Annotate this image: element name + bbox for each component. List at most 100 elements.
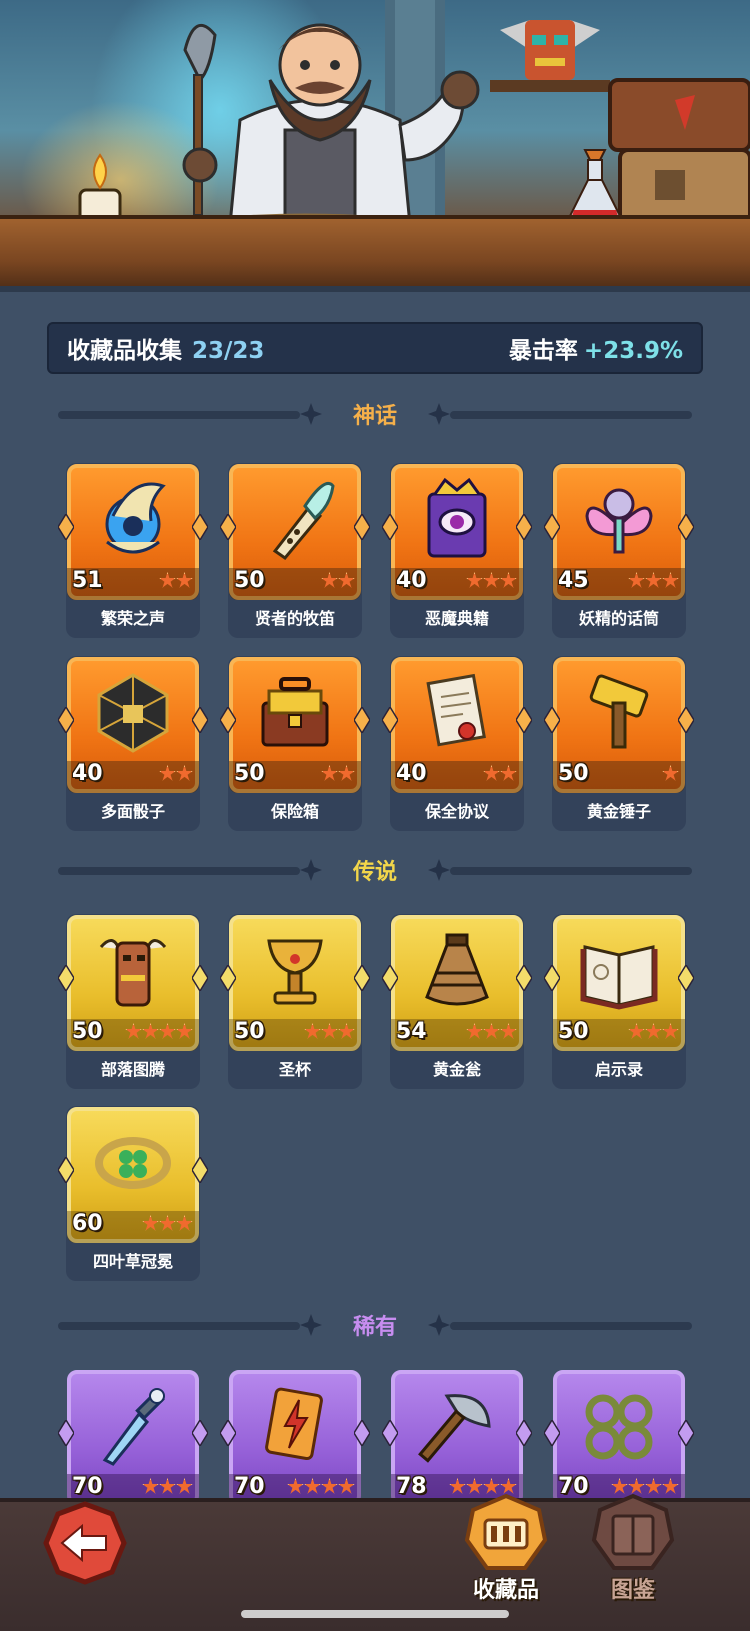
star-icon	[645, 572, 662, 588]
item-level: 54	[396, 1019, 427, 1044]
star-icon	[466, 1023, 483, 1039]
tab-collection[interactable]: 收藏品	[456, 1490, 556, 1610]
tile-gem-icon	[191, 512, 209, 542]
collectible-card[interactable]: 70	[543, 1369, 695, 1506]
collectible-tile: 40	[381, 464, 533, 600]
collectible-tile: 70	[57, 1370, 209, 1506]
tile-gem-icon	[381, 705, 399, 735]
collectible-card[interactable]: 40 多面骰子	[57, 656, 209, 831]
collectible-tile: 54	[381, 915, 533, 1051]
tribal-totem-icon	[99, 939, 167, 1007]
star-icon	[176, 765, 193, 781]
star-icon	[176, 1215, 193, 1231]
collectible-card[interactable]: 60 四叶草冠冕	[57, 1106, 209, 1281]
section-title: 稀有	[352, 1315, 397, 1340]
collectible-card[interactable]: 45 妖精的话筒	[543, 463, 695, 638]
item-name: 保全协议	[424, 802, 489, 821]
star-icon	[662, 1023, 679, 1039]
item-name: 黄金锤子	[586, 802, 651, 821]
collectible-tile: 78	[381, 1370, 533, 1506]
star-icon	[662, 572, 679, 588]
collectible-tile: 60	[57, 1107, 209, 1243]
tile-gem-icon	[677, 963, 695, 993]
star-icon	[176, 1023, 193, 1039]
star-icon	[321, 1478, 338, 1494]
star-icon	[176, 1478, 193, 1494]
item-name: 启示录	[594, 1060, 643, 1079]
tile-gem-icon	[353, 512, 371, 542]
item-name: 黄金瓮	[432, 1060, 481, 1079]
star-icon	[466, 572, 483, 588]
collectible-card[interactable]: 50 贤者的牧笛	[219, 463, 371, 638]
tile-gem-icon	[381, 1418, 399, 1448]
tile-gem-icon	[515, 963, 533, 993]
collectible-card[interactable]: 50 启示录	[543, 914, 695, 1089]
star-icon	[338, 1023, 355, 1039]
item-level: 45	[558, 568, 589, 593]
tile-gem-icon	[543, 1418, 561, 1448]
collectible-card[interactable]: 51 繁荣之声	[57, 463, 209, 638]
star-rating	[321, 572, 355, 589]
clover-crown-icon	[95, 1137, 171, 1189]
star-icon	[483, 572, 500, 588]
tile-gem-icon	[57, 1155, 75, 1185]
tile-gem-icon	[57, 1418, 75, 1448]
collection-count: 23/23	[192, 338, 265, 364]
item-name: 圣杯	[278, 1060, 311, 1079]
collectible-card[interactable]: 70	[57, 1369, 209, 1506]
item-name: 恶魔典籍	[424, 609, 489, 628]
tile-gem-icon	[515, 705, 533, 735]
tab-codex[interactable]: 图鉴	[583, 1490, 683, 1610]
lightning-card-icon	[265, 1387, 323, 1461]
star-rating	[628, 572, 679, 589]
collectible-card[interactable]: 78	[381, 1369, 533, 1506]
star-icon	[321, 1023, 338, 1039]
collectible-tile: 51	[57, 464, 209, 600]
tile-gem-icon	[381, 963, 399, 993]
collectible-card[interactable]: 40 保全协议	[381, 656, 533, 831]
golden-urn-icon	[425, 933, 489, 1006]
star-icon	[142, 1478, 159, 1494]
collectible-card[interactable]: 54 黄金瓮	[381, 914, 533, 1089]
tile-gem-icon	[219, 1418, 237, 1448]
star-rating	[483, 765, 517, 782]
star-icon	[500, 765, 517, 781]
item-name: 繁荣之声	[100, 609, 165, 628]
section-header: 传说	[50, 853, 700, 887]
item-name: 妖精的话筒	[578, 609, 659, 628]
item-level: 50	[234, 568, 265, 593]
blue-spirit-icon	[105, 482, 166, 554]
collectible-card[interactable]: 50 黄金锤子	[543, 656, 695, 831]
holy-grail-icon	[267, 939, 323, 1005]
crit-label: 暴击率	[508, 338, 578, 364]
crit-value: +23.9%	[583, 338, 683, 364]
star-icon	[304, 1478, 321, 1494]
collectible-card[interactable]: 50 保险箱	[219, 656, 371, 831]
item-level: 50	[558, 761, 589, 786]
fairy-microphone-icon	[585, 488, 653, 554]
collectible-card[interactable]: 50 部落图腾	[57, 914, 209, 1089]
collectible-tile: 40	[57, 657, 209, 793]
tile-gem-icon	[543, 705, 561, 735]
sparkle-diamond-icon	[428, 859, 450, 881]
back-arrow-icon[interactable]	[42, 1500, 128, 1586]
star-rating	[142, 1478, 193, 1495]
tile-gem-icon	[57, 963, 75, 993]
tile-gem-icon	[677, 705, 695, 735]
collectible-card[interactable]: 50 圣杯	[219, 914, 371, 1089]
item-name: 保险箱	[270, 802, 319, 821]
star-icon	[662, 765, 679, 781]
section-header: 神话	[50, 397, 700, 431]
tile-gem-icon	[219, 512, 237, 542]
sparkle-diamond-icon	[300, 1314, 322, 1336]
item-level: 50	[234, 761, 265, 786]
tile-gem-icon	[353, 963, 371, 993]
item-name: 四叶草冠冕	[92, 1252, 173, 1271]
collectible-card[interactable]: 40 恶魔典籍	[381, 463, 533, 638]
collectible-card[interactable]: 70	[219, 1369, 371, 1506]
item-level: 51	[72, 568, 103, 593]
item-level: 60	[72, 1211, 103, 1236]
star-icon	[483, 1023, 500, 1039]
open-book-icon	[580, 945, 658, 1010]
star-icon	[645, 1023, 662, 1039]
